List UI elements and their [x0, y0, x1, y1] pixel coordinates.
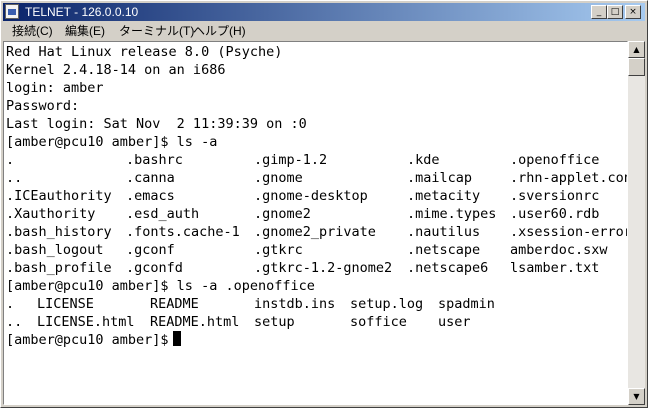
- listing-entry: .rhn-applet.con: [510, 170, 628, 186]
- listing-entry: .gtkrc: [254, 242, 303, 258]
- terminal-line: Password:: [6, 98, 80, 114]
- listing-entry: .emacs: [126, 188, 175, 204]
- scroll-up-arrow-icon[interactable]: ▲: [628, 41, 645, 58]
- listing-entry: instdb.ins: [254, 296, 336, 312]
- listing-entry: README.html: [150, 314, 240, 330]
- scroll-thumb[interactable]: [628, 58, 645, 76]
- vertical-scrollbar[interactable]: ▲ ▼: [628, 41, 645, 405]
- text-cursor: [172, 331, 181, 346]
- menu-connect[interactable]: 接続(C): [12, 24, 53, 39]
- prompt-line: [amber@pcu10 amber]$: [6, 331, 181, 349]
- listing-entry: .: [6, 152, 15, 168]
- listing-entry: .gnome-desktop: [254, 188, 368, 204]
- listing-entry: .gimp-1.2: [254, 152, 328, 168]
- listing-entry: .nautilus: [407, 224, 481, 240]
- listing-entry: .gtkrc-1.2-gnome2: [254, 260, 393, 276]
- listing-entry: .bash_history: [6, 224, 112, 240]
- terminal-line: login: amber: [6, 80, 104, 96]
- terminal-line: [amber@pcu10 amber]$ ls -a: [6, 134, 218, 150]
- listing-entry: .xsession-error: [510, 224, 628, 240]
- listing-entry: setup: [254, 314, 295, 330]
- listing-entry: .: [6, 296, 15, 312]
- listing-entry: .gnome2_private: [254, 224, 376, 240]
- listing-entry: ..: [6, 314, 23, 330]
- listing-entry: .canna: [126, 170, 175, 186]
- listing-entry: .bash_profile: [6, 260, 112, 276]
- telnet-window: TELNET - 126.0.0.10 _ □ × 接続(C) 編集(E) ター…: [0, 0, 648, 408]
- menu-terminal[interactable]: ターミナル(T): [119, 24, 194, 39]
- terminal-line: Kernel 2.4.18-14 on an i686: [6, 62, 226, 78]
- listing-entry: setup.log: [350, 296, 424, 312]
- telnet-app-icon[interactable]: [5, 4, 19, 19]
- listing-entry: .netscape: [407, 242, 481, 258]
- window-title: TELNET - 126.0.0.10: [25, 5, 139, 19]
- listing-entry: .esd_auth: [126, 206, 200, 222]
- listing-entry: .bashrc: [126, 152, 183, 168]
- listing-entry: user: [438, 314, 471, 330]
- menu-bar: 接続(C) 編集(E) ターミナル(T) ヘルプ(H): [3, 22, 645, 41]
- listing-entry: README: [150, 296, 199, 312]
- listing-entry: .netscape6: [407, 260, 489, 276]
- shell-prompt: [amber@pcu10 amber]$: [6, 332, 169, 348]
- menu-help[interactable]: ヘルプ(H): [193, 24, 246, 39]
- listing-entry: .gnome2: [254, 206, 311, 222]
- listing-entry: amberdoc.sxw: [510, 242, 608, 258]
- listing-entry: spadmin: [438, 296, 495, 312]
- listing-entry: .Xauthority: [6, 206, 96, 222]
- terminal-line: [amber@pcu10 amber]$ ls -a .openoffice: [6, 278, 315, 294]
- listing-entry: ..: [6, 170, 23, 186]
- terminal-line: Red Hat Linux release 8.0 (Psyche): [6, 44, 283, 60]
- listing-entry: LICENSE: [37, 296, 94, 312]
- listing-entry: .mailcap: [407, 170, 473, 186]
- terminal-line: Last login: Sat Nov 2 11:39:39 on :0: [6, 116, 307, 132]
- listing-entry: .fonts.cache-1: [126, 224, 240, 240]
- listing-entry: .gconfd: [126, 260, 183, 276]
- listing-entry: .bash_logout: [6, 242, 104, 258]
- listing-entry: .openoffice: [510, 152, 600, 168]
- title-bar[interactable]: TELNET - 126.0.0.10 _ □ ×: [3, 3, 645, 21]
- listing-entry: soffice: [350, 314, 407, 330]
- listing-entry: .gnome: [254, 170, 303, 186]
- close-button[interactable]: ×: [625, 5, 641, 19]
- listing-entry: lsamber.txt: [510, 260, 600, 276]
- minimize-button[interactable]: _: [591, 5, 607, 19]
- listing-entry: .kde: [407, 152, 440, 168]
- maximize-button[interactable]: □: [607, 5, 623, 19]
- listing-entry: .gconf: [126, 242, 175, 258]
- listing-entry: .user60.rdb: [510, 206, 600, 222]
- scroll-down-arrow-icon[interactable]: ▼: [628, 388, 645, 405]
- listing-entry: .metacity: [407, 188, 481, 204]
- terminal-area[interactable]: Red Hat Linux release 8.0 (Psyche) Kerne…: [3, 41, 628, 405]
- menu-edit[interactable]: 編集(E): [65, 24, 105, 39]
- listing-entry: LICENSE.html: [37, 314, 135, 330]
- listing-entry: .ICEauthority: [6, 188, 112, 204]
- listing-entry: .mime.types: [407, 206, 497, 222]
- listing-entry: .sversionrc: [510, 188, 600, 204]
